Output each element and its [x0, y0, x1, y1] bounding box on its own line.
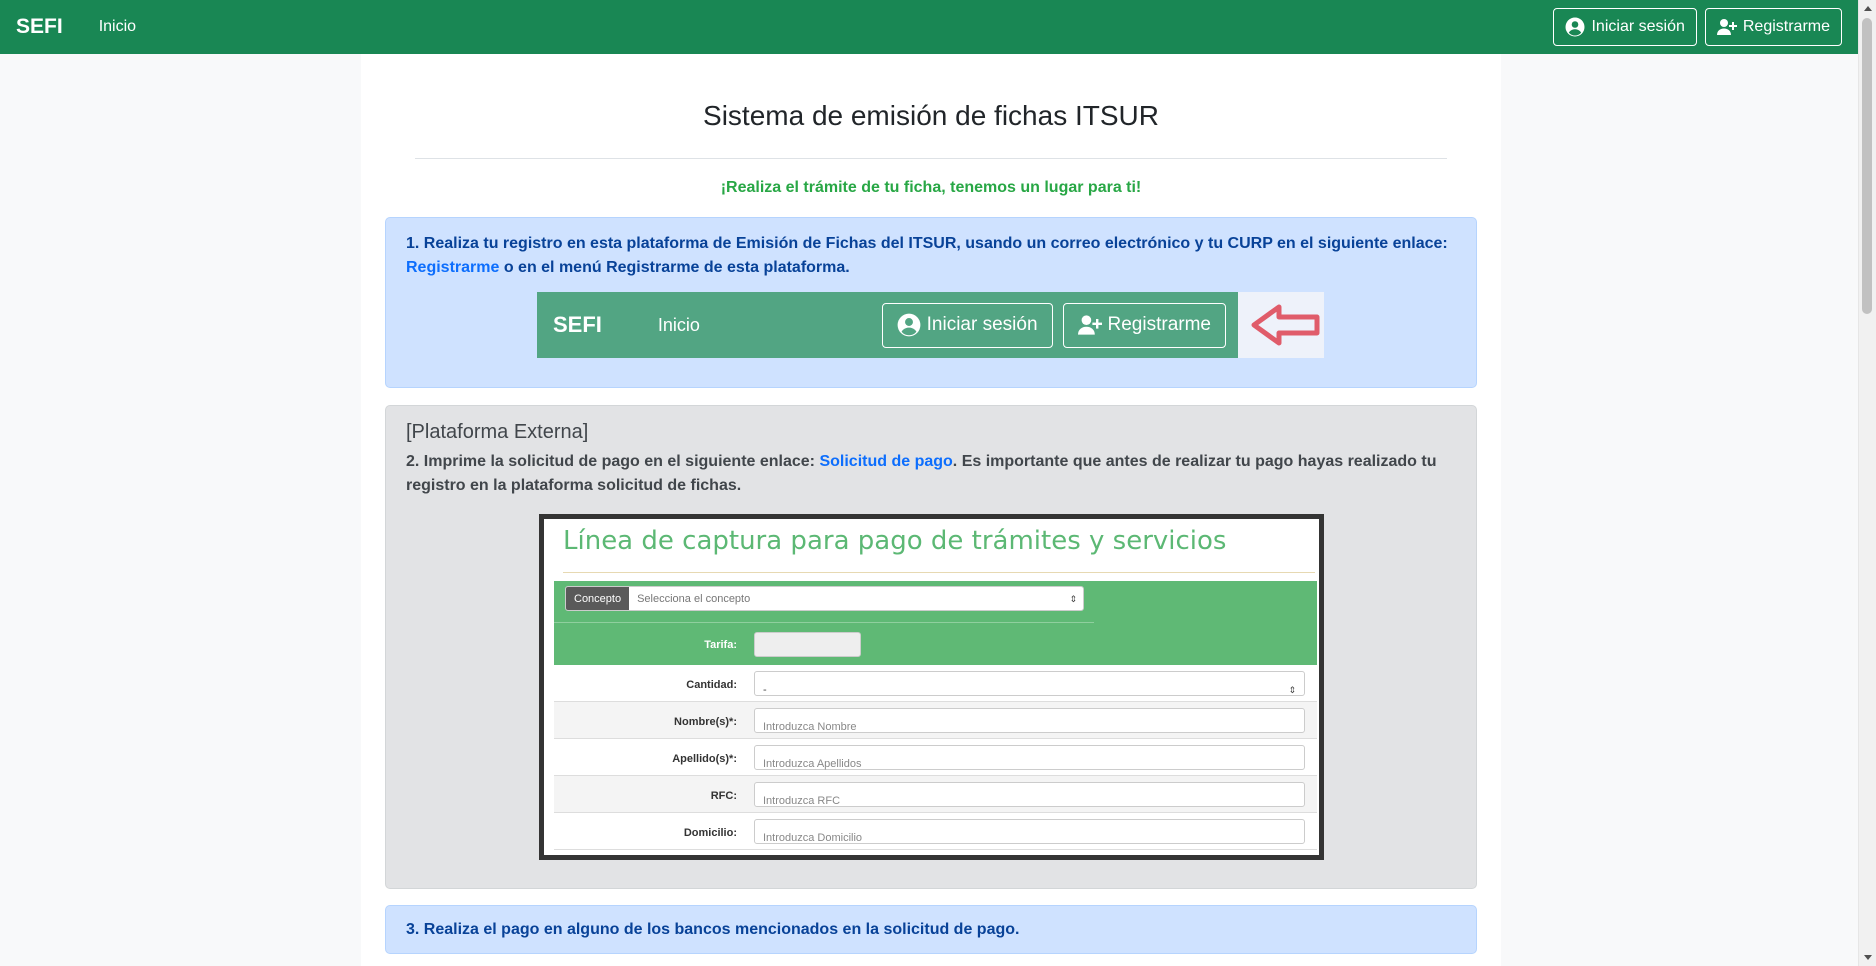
step1-text: 1. Realiza tu registro en esta plataform…	[406, 235, 1448, 252]
select-arrows-icon: ⇕	[1069, 593, 1077, 604]
register-button-label: Registrarme	[1742, 18, 1830, 35]
illustration-field-label: RFC:	[710, 790, 737, 802]
vertical-scrollbar[interactable]	[1858, 0, 1876, 966]
illustration-field-input: Introduzca Domicilio	[754, 819, 1305, 844]
illustration-row-apellidos: Apellido(s)*: Introduzca Apellidos	[554, 739, 1317, 776]
user-circle-icon	[1565, 17, 1585, 37]
registrarme-link[interactable]: Registrarme	[406, 259, 499, 276]
illustration-field-label: Nombre(s)*:	[674, 716, 737, 728]
step1-text-end: o en el menú Registrarme de esta platafo…	[499, 259, 850, 276]
illustration-concept-section: Concepto Selecciona el concepto ⇕ Tarifa…	[554, 581, 1317, 665]
solicitud-pago-link[interactable]: Solicitud de pago	[819, 453, 952, 470]
brand-logo[interactable]: SEFI	[16, 15, 63, 39]
user-plus-icon	[1077, 315, 1102, 335]
user-circle-icon	[897, 313, 921, 337]
navbar-illustration: SEFI Inicio Iniciar sesión Registrarme	[537, 292, 1324, 358]
step3-text: 3. Realiza el pago en alguno de los banc…	[406, 921, 1020, 938]
page-title: Sistema de emisión de fichas ITSUR	[703, 100, 1159, 131]
navbar-actions: Iniciar sesión Registrarme	[1553, 8, 1842, 46]
illustration-field-label: Apellido(s)*:	[672, 753, 737, 765]
step3-panel: 3. Realiza el pago en alguno de los banc…	[385, 905, 1477, 954]
illustration-register-button: Registrarme	[1062, 302, 1226, 348]
illustration-login-label: Iniciar sesión	[926, 314, 1038, 335]
register-button[interactable]: Registrarme	[1704, 8, 1842, 46]
illustration-concepto-select: Concepto Selecciona el concepto ⇕	[565, 586, 1084, 611]
illustration-field-input: Introduzca Apellidos	[754, 745, 1305, 770]
illustration-field-label: Cantidad:	[686, 679, 737, 691]
illustration-green-rule	[554, 622, 1094, 623]
top-navbar: SEFI Inicio Iniciar sesión Registrarme	[0, 0, 1858, 54]
illustration-field-input: - ⇕	[754, 671, 1305, 696]
illustration-login-button: Iniciar sesión	[881, 302, 1053, 348]
select-arrows-icon: ⇕	[1288, 685, 1296, 695]
scrollbar-thumb[interactable]	[1862, 18, 1872, 314]
slogan: ¡Realiza el trámite de tu ficha, tenemos…	[720, 179, 1142, 196]
illustration-register-label: Registrarme	[1107, 314, 1211, 335]
login-button[interactable]: Iniciar sesión	[1553, 8, 1697, 46]
title-divider	[415, 158, 1447, 159]
illustration-concepto-placeholder: Selecciona el concepto	[637, 592, 751, 605]
login-button-label: Iniciar sesión	[1591, 18, 1685, 35]
step2-text: 2. Imprime la solicitud de pago en el si…	[406, 453, 820, 470]
illustration-form-title: Línea de captura para pago de trámites y…	[563, 526, 1227, 556]
illustration-row-cantidad: Cantidad: - ⇕	[554, 665, 1317, 702]
illustration-inicio: Inicio	[657, 315, 700, 335]
illustration-navbar: SEFI Inicio Iniciar sesión Registrarme	[537, 292, 1238, 358]
step1-panel: 1. Realiza tu registro en esta plataform…	[385, 217, 1477, 388]
payment-form-illustration: Línea de captura para pago de trámites y…	[539, 514, 1324, 860]
illustration-brand: SEFI	[553, 312, 602, 337]
illustration-concepto-label: Concepto	[566, 587, 630, 610]
nav-link-inicio[interactable]: Inicio	[99, 18, 136, 36]
user-plus-icon	[1716, 19, 1737, 35]
illustration-field-label: Domicilio:	[683, 827, 737, 839]
main-container: Sistema de emisión de fichas ITSUR ¡Real…	[361, 54, 1501, 966]
illustration-row-domicilio: Domicilio: Introduzca Domicilio	[554, 813, 1317, 850]
illustration-row-nombre: Nombre(s)*: Introduzca Nombre	[554, 702, 1317, 739]
illustration-tarifa-label: Tarifa:	[704, 639, 737, 651]
external-platform-heading: [Plataforma Externa]	[406, 421, 589, 443]
illustration-title-rule	[563, 572, 1315, 573]
illustration-buttons: Iniciar sesión Registrarme	[881, 302, 1226, 348]
scroll-up-arrow-icon[interactable]	[1859, 0, 1876, 17]
illustration-field-input: Introduzca Nombre	[754, 708, 1305, 733]
step2-panel: [Plataforma Externa] 2. Imprime la solic…	[385, 405, 1477, 889]
scroll-down-arrow-icon[interactable]	[1859, 949, 1876, 966]
left-arrow-icon	[1251, 304, 1320, 346]
illustration-field-value: -	[763, 684, 767, 696]
illustration-tarifa-box	[754, 632, 861, 657]
illustration-field-input: Introduzca RFC	[754, 782, 1305, 807]
illustration-row-rfc: RFC: Introduzca RFC	[554, 776, 1317, 813]
